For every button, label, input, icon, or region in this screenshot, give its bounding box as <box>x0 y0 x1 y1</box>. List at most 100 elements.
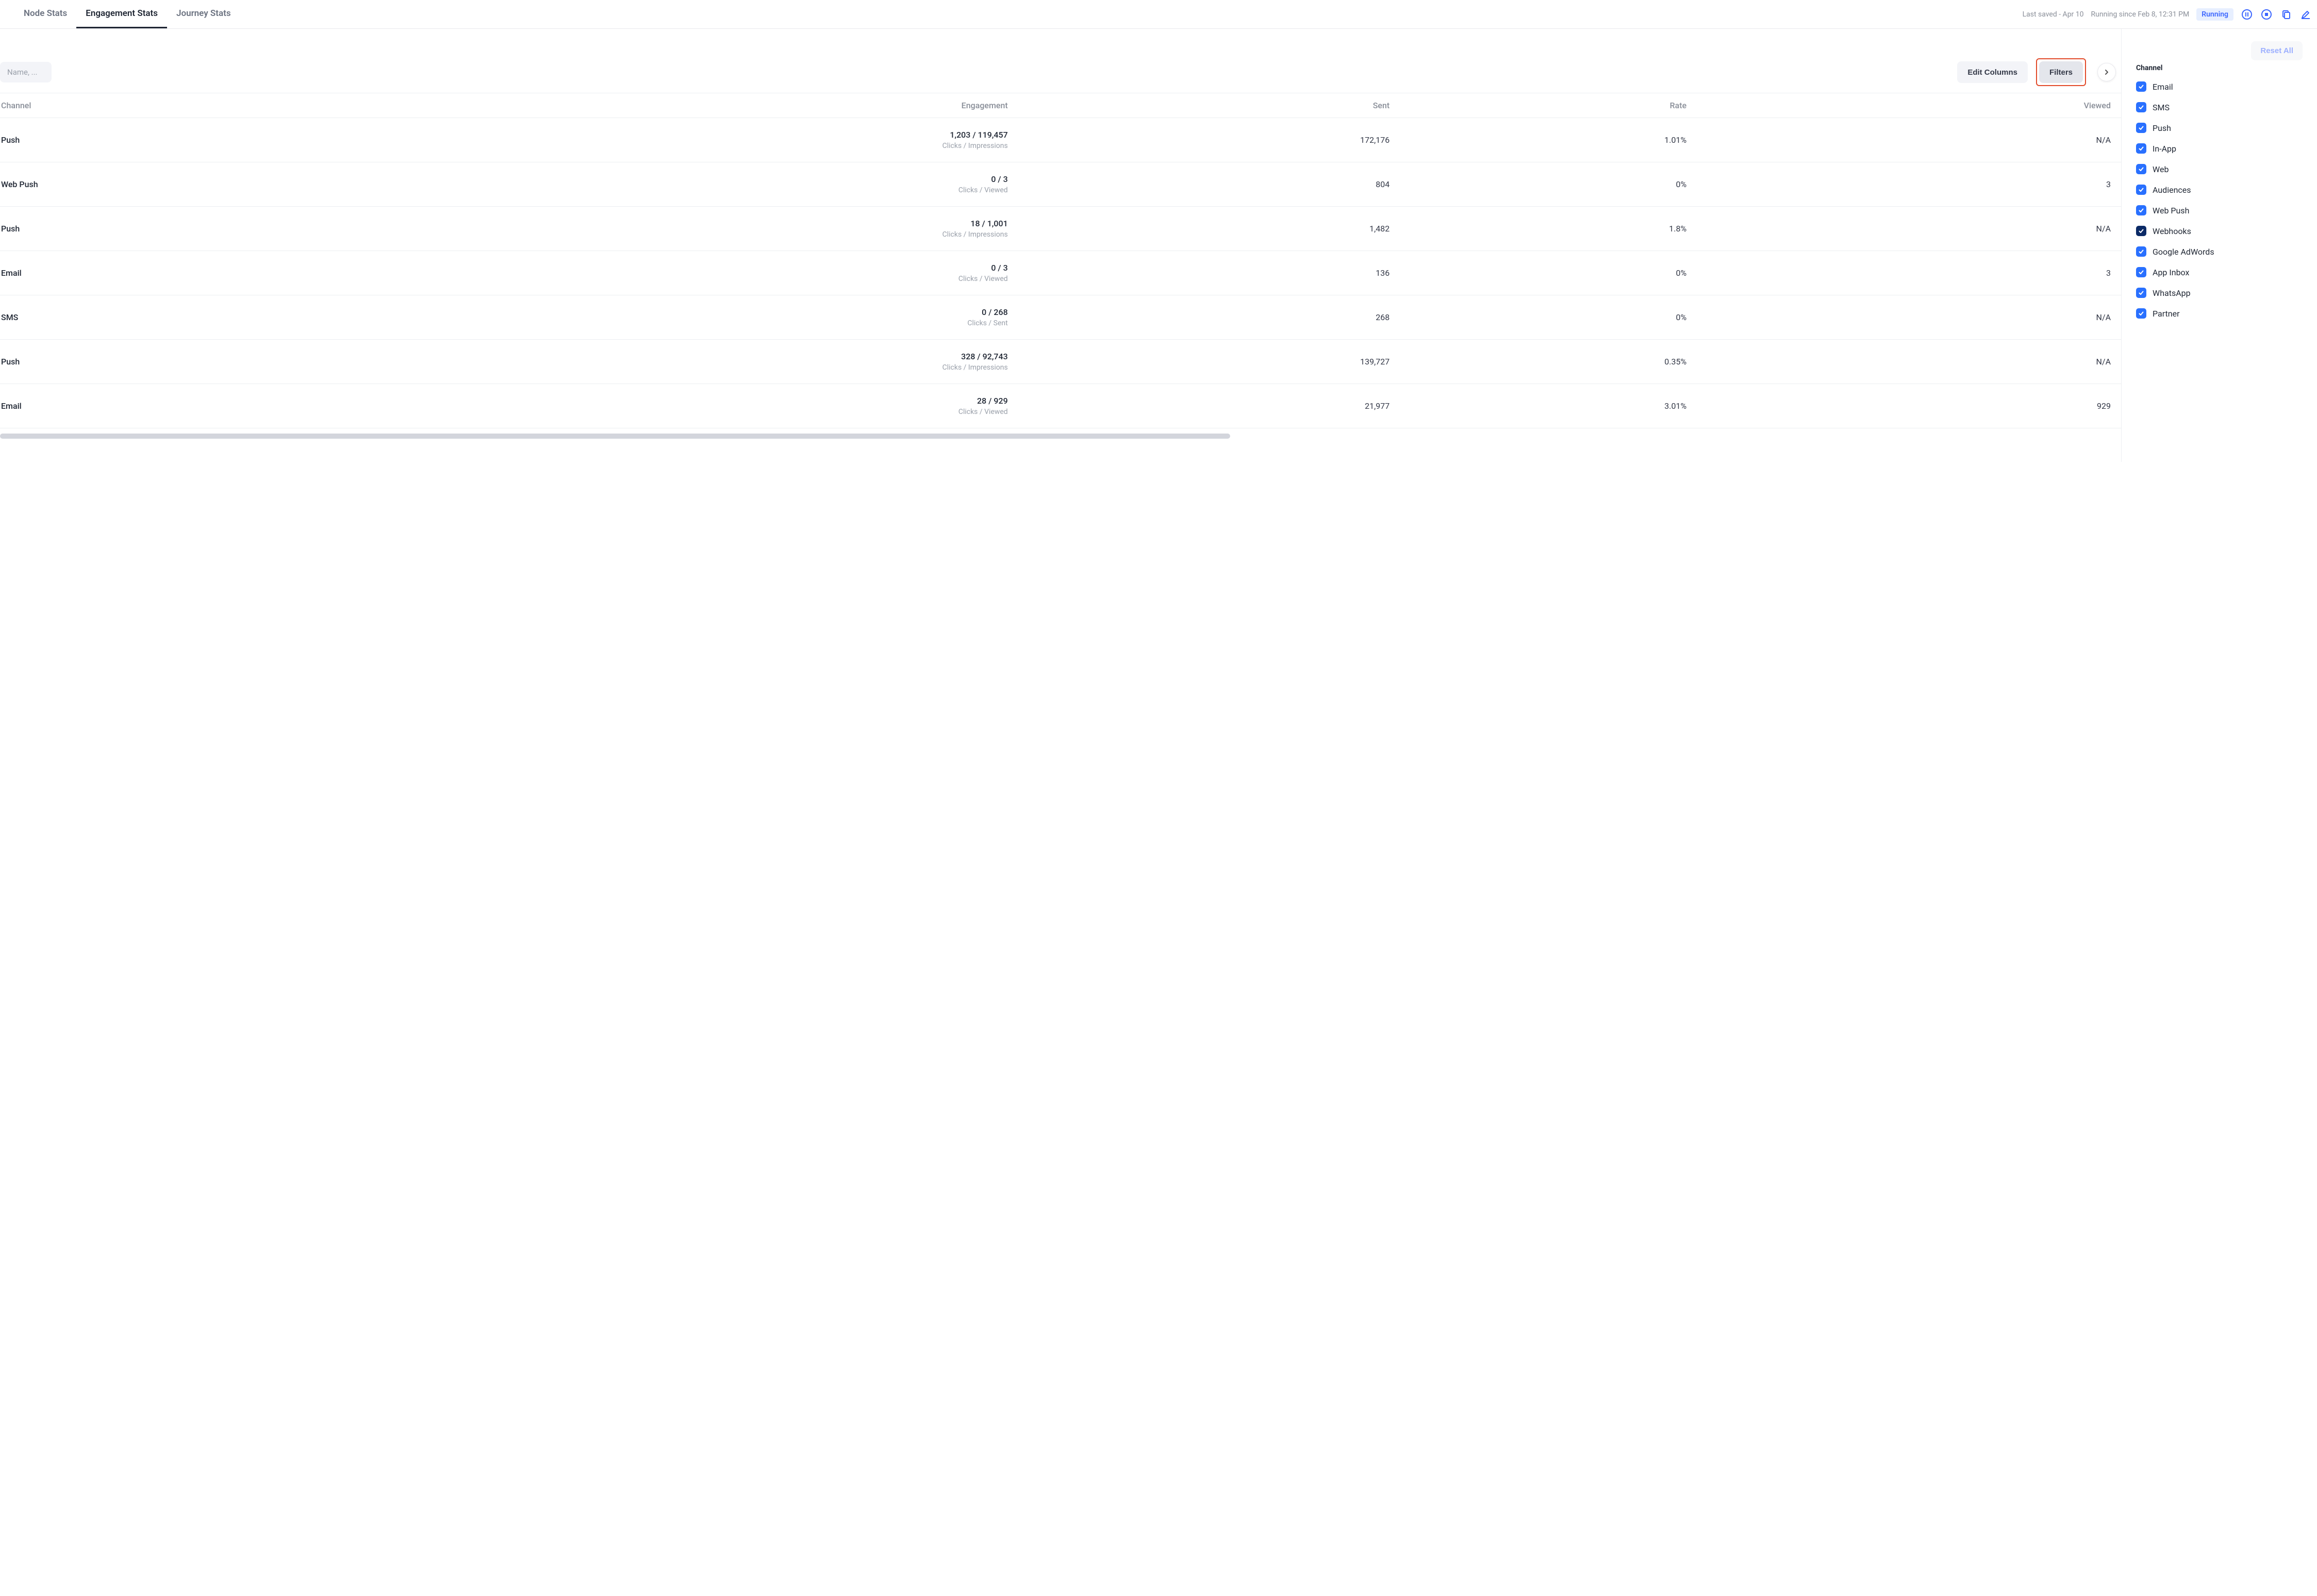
table-row[interactable]: Web Push0 / 3Clicks / Viewed8040%3 <box>0 162 2121 207</box>
checkbox-icon[interactable] <box>2136 143 2146 154</box>
col-engagement[interactable]: Engagement <box>467 93 1018 118</box>
main-area: Name, ... Edit Columns Filters Channel E… <box>0 29 2121 462</box>
edit-columns-button[interactable]: Edit Columns <box>1957 61 2028 83</box>
cell-viewed: 3 <box>1697 162 2121 207</box>
filter-option-google-adwords[interactable]: Google AdWords <box>2136 246 2303 257</box>
cell-sent: 268 <box>1018 295 1400 340</box>
filter-label: Web Push <box>2153 206 2189 215</box>
filter-label: Email <box>2153 82 2173 92</box>
col-channel[interactable]: Channel <box>0 93 467 118</box>
checkbox-icon[interactable] <box>2136 205 2146 215</box>
search-input[interactable]: Name, ... <box>0 62 52 82</box>
col-viewed[interactable]: Viewed <box>1697 93 2121 118</box>
cell-rate: 1.01% <box>1400 118 1697 162</box>
filter-option-sms[interactable]: SMS <box>2136 102 2303 112</box>
cell-channel: Push <box>0 207 467 251</box>
table-header-row: Channel Engagement Sent Rate Viewed <box>0 93 2121 118</box>
reset-all-button[interactable]: Reset All <box>2251 41 2303 60</box>
checkbox-icon[interactable] <box>2136 246 2146 257</box>
filter-option-app-inbox[interactable]: App Inbox <box>2136 267 2303 277</box>
cell-engagement: 18 / 1,001Clicks / Impressions <box>467 207 1018 251</box>
horizontal-scrollbar[interactable] <box>0 434 1230 439</box>
cell-channel: Email <box>0 384 467 428</box>
engagement-table: Channel Engagement Sent Rate Viewed Push… <box>0 93 2121 428</box>
filter-label: App Inbox <box>2153 268 2189 277</box>
checkbox-icon[interactable] <box>2136 81 2146 92</box>
pause-icon[interactable] <box>2241 8 2253 21</box>
table-row[interactable]: Email28 / 929Clicks / Viewed21,9773.01%9… <box>0 384 2121 428</box>
filters-panel: Reset All Channel Email SMS Push In-App Web A… <box>2121 29 2317 462</box>
tab-node-stats[interactable]: Node Stats <box>14 0 76 28</box>
cell-channel: Web Push <box>0 162 467 207</box>
checkbox-icon[interactable] <box>2136 226 2146 236</box>
running-since-text: Running since Feb 8, 12:31 PM <box>2091 10 2190 19</box>
filter-option-whatsapp[interactable]: WhatsApp <box>2136 288 2303 298</box>
table-row[interactable]: SMS0 / 268Clicks / Sent2680%N/A <box>0 295 2121 340</box>
top-bar: Node StatsEngagement StatsJourney Stats … <box>0 0 2317 29</box>
cell-viewed: 3 <box>1697 251 2121 295</box>
checkbox-icon[interactable] <box>2136 164 2146 174</box>
filter-option-in-app[interactable]: In-App <box>2136 143 2303 154</box>
checkbox-icon[interactable] <box>2136 288 2146 298</box>
cell-rate: 3.01% <box>1400 384 1697 428</box>
cell-engagement: 0 / 268Clicks / Sent <box>467 295 1018 340</box>
filter-list: Email SMS Push In-App Web Audiences Web Push We… <box>2136 81 2303 319</box>
checkbox-icon[interactable] <box>2136 308 2146 319</box>
table-row[interactable]: Push1,203 / 119,457Clicks / Impressions1… <box>0 118 2121 162</box>
filter-label: Web <box>2153 164 2169 174</box>
cell-engagement: 328 / 92,743Clicks / Impressions <box>467 340 1018 384</box>
filter-option-email[interactable]: Email <box>2136 81 2303 92</box>
tabs: Node StatsEngagement StatsJourney Stats <box>0 0 240 28</box>
running-badge: Running <box>2196 8 2233 21</box>
filter-option-push[interactable]: Push <box>2136 123 2303 133</box>
filters-highlight: Filters <box>2036 58 2086 86</box>
filter-option-webhooks[interactable]: Webhooks <box>2136 226 2303 236</box>
table-row[interactable]: Email0 / 3Clicks / Viewed1360%3 <box>0 251 2121 295</box>
filter-option-web[interactable]: Web <box>2136 164 2303 174</box>
cell-sent: 139,727 <box>1018 340 1400 384</box>
chevron-right-icon[interactable] <box>2097 63 2116 81</box>
cell-channel: Push <box>0 118 467 162</box>
filter-label: Partner <box>2153 309 2180 319</box>
filter-label: Webhooks <box>2153 226 2191 236</box>
filter-label: Push <box>2153 123 2171 133</box>
tab-engagement-stats[interactable]: Engagement Stats <box>76 0 167 28</box>
table-row[interactable]: Push18 / 1,001Clicks / Impressions1,4821… <box>0 207 2121 251</box>
copy-icon[interactable] <box>2280 8 2292 21</box>
table-toolbar: Name, ... Edit Columns Filters <box>0 52 2121 93</box>
cell-engagement: 28 / 929Clicks / Viewed <box>467 384 1018 428</box>
checkbox-icon[interactable] <box>2136 123 2146 133</box>
filter-option-partner[interactable]: Partner <box>2136 308 2303 319</box>
tab-journey-stats[interactable]: Journey Stats <box>167 0 240 28</box>
filter-label: SMS <box>2153 103 2170 112</box>
cell-sent: 1,482 <box>1018 207 1400 251</box>
search-placeholder: Name, ... <box>7 68 38 77</box>
filter-label: Audiences <box>2153 185 2191 195</box>
checkbox-icon[interactable] <box>2136 267 2146 277</box>
filters-section-title: Channel <box>2136 64 2303 72</box>
cell-rate: 0% <box>1400 162 1697 207</box>
cell-sent: 804 <box>1018 162 1400 207</box>
filter-option-web-push[interactable]: Web Push <box>2136 205 2303 215</box>
content-wrap: Name, ... Edit Columns Filters Channel E… <box>0 29 2317 462</box>
filter-label: Google AdWords <box>2153 247 2214 257</box>
cell-engagement: 0 / 3Clicks / Viewed <box>467 251 1018 295</box>
cell-viewed: N/A <box>1697 295 2121 340</box>
filter-option-audiences[interactable]: Audiences <box>2136 185 2303 195</box>
cell-rate: 0% <box>1400 251 1697 295</box>
cell-channel: Push <box>0 340 467 384</box>
cell-sent: 136 <box>1018 251 1400 295</box>
col-rate[interactable]: Rate <box>1400 93 1697 118</box>
table-row[interactable]: Push328 / 92,743Clicks / Impressions139,… <box>0 340 2121 384</box>
cell-viewed: N/A <box>1697 118 2121 162</box>
checkbox-icon[interactable] <box>2136 102 2146 112</box>
checkbox-icon[interactable] <box>2136 185 2146 195</box>
cell-rate: 0% <box>1400 295 1697 340</box>
edit-icon[interactable] <box>2299 8 2312 21</box>
cell-sent: 21,977 <box>1018 384 1400 428</box>
filters-button[interactable]: Filters <box>2039 61 2083 83</box>
filter-label: In-App <box>2153 144 2176 154</box>
stop-icon[interactable] <box>2260 8 2273 21</box>
col-sent[interactable]: Sent <box>1018 93 1400 118</box>
last-saved-text: Last saved - Apr 10 <box>2023 10 2084 19</box>
